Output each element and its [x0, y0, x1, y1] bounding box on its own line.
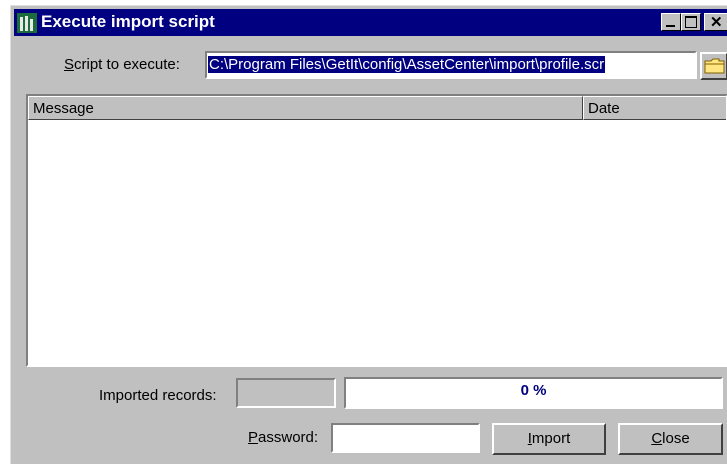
window-title: Execute import script: [41, 12, 215, 31]
script-label: Script to execute:: [64, 56, 180, 73]
minimize-button[interactable]: [661, 13, 681, 31]
browse-button[interactable]: [700, 52, 727, 80]
import-button[interactable]: Import: [492, 423, 606, 455]
progress-percent: 0 %: [520, 382, 547, 399]
maximize-button[interactable]: [681, 13, 701, 31]
imported-records-count: [236, 378, 336, 408]
minimize-icon: [666, 25, 675, 27]
close-window-button[interactable]: ✕: [704, 13, 727, 31]
message-log-table[interactable]: Message Date: [26, 94, 727, 367]
password-label: Password:: [248, 429, 319, 446]
folder-icon: [704, 58, 725, 74]
imported-records-label: Imported records:: [99, 387, 217, 404]
maximize-icon: [685, 16, 697, 28]
app-icon: [17, 13, 37, 33]
column-header-date[interactable]: Date: [583, 96, 726, 120]
import-progress-bar: 0 %: [344, 377, 723, 409]
close-button[interactable]: Close: [618, 423, 723, 455]
password-field[interactable]: [331, 423, 480, 453]
script-path-value: C:\Program Files\GetIt\config\AssetCente…: [208, 56, 606, 73]
column-header-message[interactable]: Message: [28, 96, 583, 120]
title-bar[interactable]: Execute import script ✕: [14, 9, 727, 36]
close-icon: ✕: [710, 14, 723, 31]
script-path-field[interactable]: C:\Program Files\GetIt\config\AssetCente…: [205, 51, 697, 79]
import-script-window: Execute import script ✕ Script to execut…: [10, 5, 727, 464]
